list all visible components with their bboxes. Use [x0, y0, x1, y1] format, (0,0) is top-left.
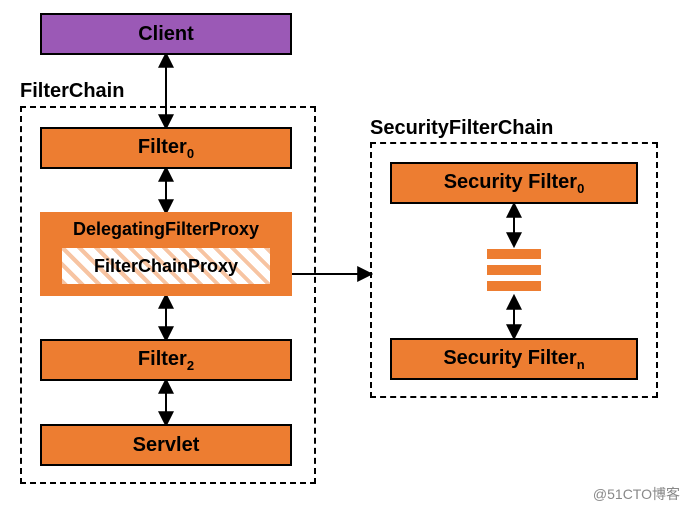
security-filtern-box: Security Filtern — [390, 338, 638, 380]
servlet-label: Servlet — [133, 434, 200, 457]
security-filter0-box: Security Filter0 — [390, 162, 638, 204]
diagram-canvas: Client FilterChain Filter0 DelegatingFil… — [0, 0, 686, 508]
delegating-filter-proxy: DelegatingFilterProxy FilterChainProxy — [40, 212, 292, 296]
stack-bar — [487, 281, 541, 291]
security-filtern-label: Security Filtern — [443, 347, 584, 372]
delegating-title: DelegatingFilterProxy — [73, 219, 259, 240]
stack-bar — [487, 249, 541, 259]
servlet-box: Servlet — [40, 424, 292, 466]
client-box: Client — [40, 13, 292, 55]
filter2-label: Filter2 — [138, 348, 194, 373]
filter-chain-proxy: FilterChainProxy — [60, 246, 272, 286]
filter-chain-proxy-label: FilterChainProxy — [94, 256, 238, 277]
filterchain-label: FilterChain — [20, 80, 124, 103]
client-label: Client — [138, 23, 194, 46]
securityfilterchain-label: SecurityFilterChain — [370, 117, 553, 140]
filter0-box: Filter0 — [40, 127, 292, 169]
watermark: @51CTO博客 — [593, 484, 680, 504]
security-filter0-label: Security Filter0 — [444, 171, 585, 196]
filter0-label: Filter0 — [138, 136, 194, 161]
stack-bar — [487, 265, 541, 275]
filter2-box: Filter2 — [40, 339, 292, 381]
